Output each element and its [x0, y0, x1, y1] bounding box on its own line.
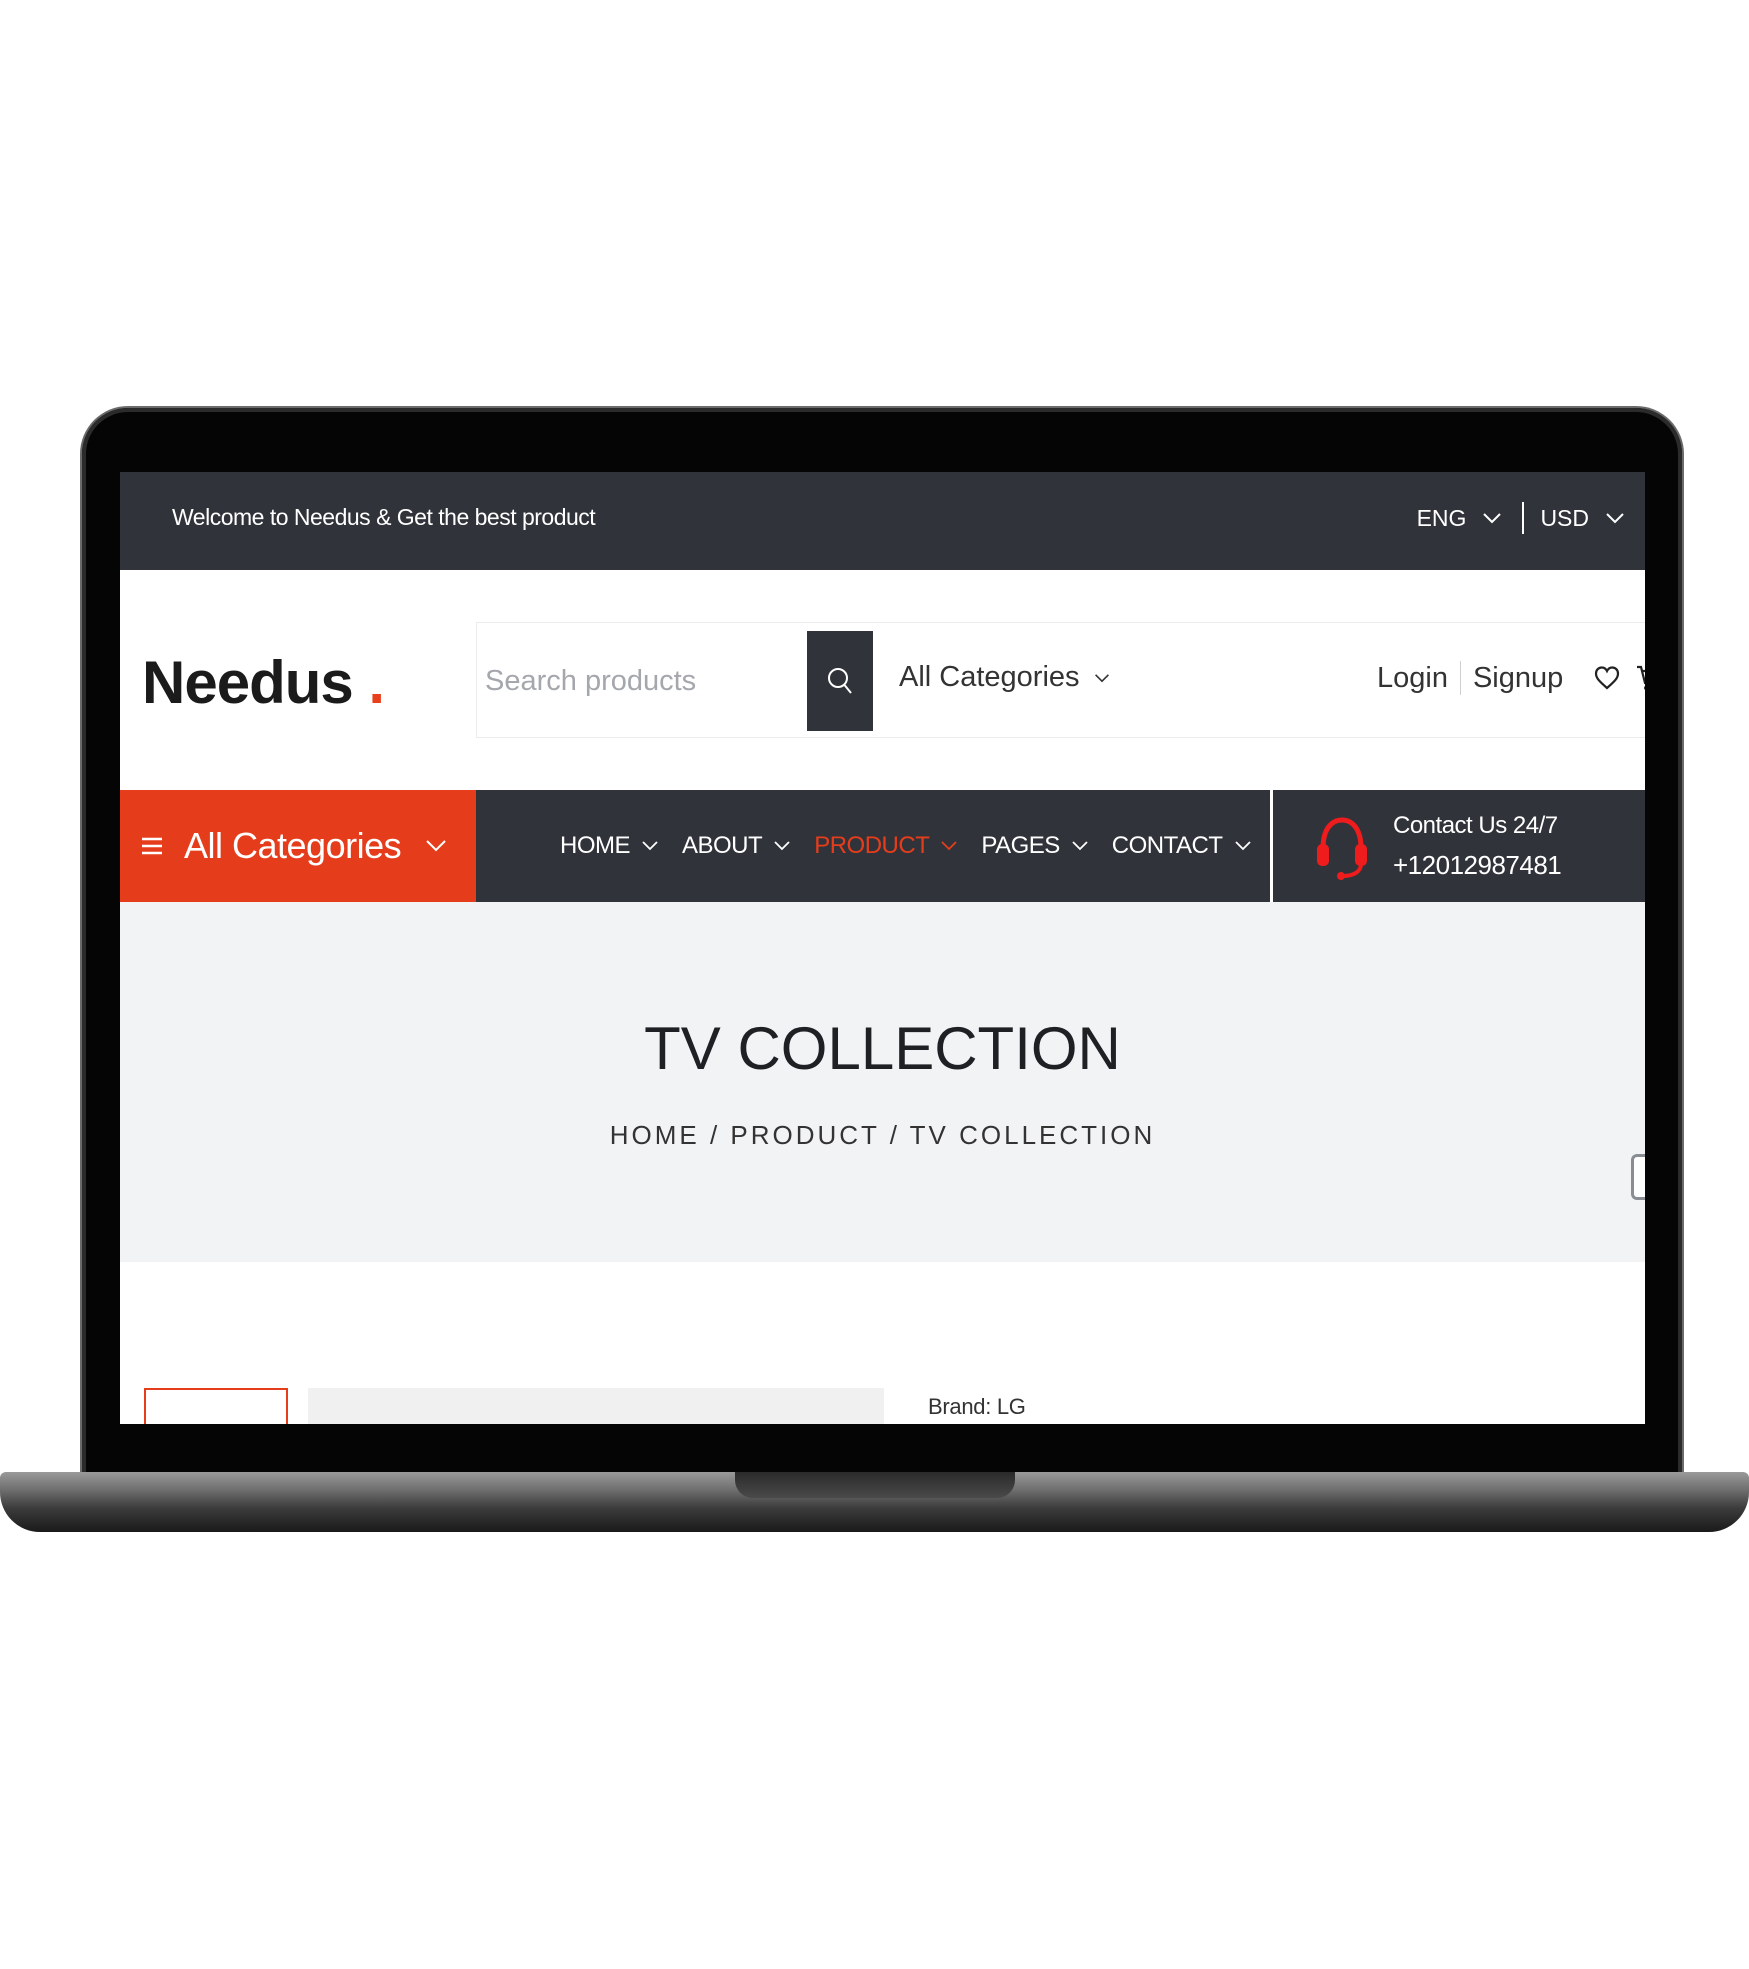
all-categories-label: All Categories [184, 825, 402, 866]
nav-item-label: HOME [560, 832, 631, 859]
contact-phone: +12012987481 [1393, 850, 1562, 880]
nav-item-product[interactable]: PRODUCT [814, 832, 957, 860]
chevron-down-icon [426, 840, 446, 852]
currency-select[interactable]: USD [1540, 505, 1625, 532]
logo-text: Needus [142, 649, 354, 716]
locale-divider [1522, 502, 1525, 534]
nav-menu: HOME ABOUT PRODUCT PAGES CONTACT [560, 790, 1251, 902]
laptop-screen: Welcome to Needus & Get the best product… [120, 472, 1645, 1424]
headset-icon [1317, 817, 1367, 880]
chevron-down-icon [941, 841, 957, 851]
nav-item-home[interactable]: HOME [560, 832, 658, 860]
language-value: ENG [1416, 504, 1467, 531]
login-link[interactable]: Login [1377, 662, 1448, 695]
signup-link[interactable]: Signup [1473, 662, 1563, 695]
menu-icon [142, 837, 162, 855]
nav-item-label: ABOUT [682, 832, 763, 859]
page-hero: TV COLLECTION HOME / PRODUCT / TV COLLEC… [120, 902, 1645, 1262]
nav-item-contact[interactable]: CONTACT [1112, 832, 1251, 860]
logo-dot: . [368, 649, 385, 716]
all-categories-button[interactable]: All Categories [120, 790, 476, 902]
cart-icon[interactable] [1635, 663, 1645, 693]
product-main-image [308, 1388, 884, 1424]
product-thumbnail[interactable] [144, 1388, 288, 1424]
nav-item-label: PAGES [981, 832, 1060, 859]
welcome-text: Welcome to Needus & Get the best product [172, 504, 596, 530]
chevron-down-icon [774, 841, 790, 851]
search-bar: All Categories Login Signup [476, 622, 1645, 738]
contact-block[interactable]: Contact Us 24/7 +12012987481 [1270, 790, 1645, 902]
category-select-label: All Categories [899, 661, 1080, 693]
account-links: Login Signup [1377, 661, 1645, 695]
top-bar: Welcome to Needus & Get the best product… [120, 472, 1645, 570]
heart-icon[interactable] [1593, 664, 1621, 692]
logo[interactable]: Needus . [142, 648, 385, 717]
header-icons [1593, 663, 1645, 693]
language-select[interactable]: ENG [1417, 505, 1503, 532]
side-panel-tab[interactable] [1631, 1154, 1645, 1200]
page-title: TV COLLECTION [644, 1015, 1121, 1082]
account-divider [1459, 661, 1461, 695]
chevron-down-icon [642, 841, 658, 851]
search-button[interactable] [807, 631, 873, 731]
category-select[interactable]: All Categories [899, 661, 1110, 694]
nav-item-about[interactable]: ABOUT [682, 832, 790, 860]
breadcrumb[interactable]: HOME / PRODUCT / TV COLLECTION [120, 1120, 1645, 1151]
search-icon [828, 668, 852, 694]
chevron-down-icon [1483, 513, 1502, 524]
chevron-down-icon [1606, 513, 1624, 524]
laptop-notch [735, 1472, 1015, 1498]
nav-item-label: PRODUCT [814, 832, 930, 859]
chevron-down-icon [1094, 673, 1109, 682]
currency-value: USD [1540, 504, 1589, 531]
nav-item-pages[interactable]: PAGES [981, 832, 1088, 860]
nav-item-label: CONTACT [1111, 832, 1223, 859]
contact-title: Contact Us 24/7 [1393, 812, 1558, 839]
locale-selectors: ENG USD [1417, 502, 1625, 534]
header: Needus . All Categories Login Signup [120, 570, 1645, 790]
search-input[interactable] [483, 653, 807, 709]
product-brand: Brand: LG [928, 1394, 1026, 1419]
main-nav: All Categories HOME ABOUT PRODUCT PAGES … [120, 790, 1645, 902]
chevron-down-icon [1072, 841, 1088, 851]
chevron-down-icon [1234, 841, 1251, 851]
